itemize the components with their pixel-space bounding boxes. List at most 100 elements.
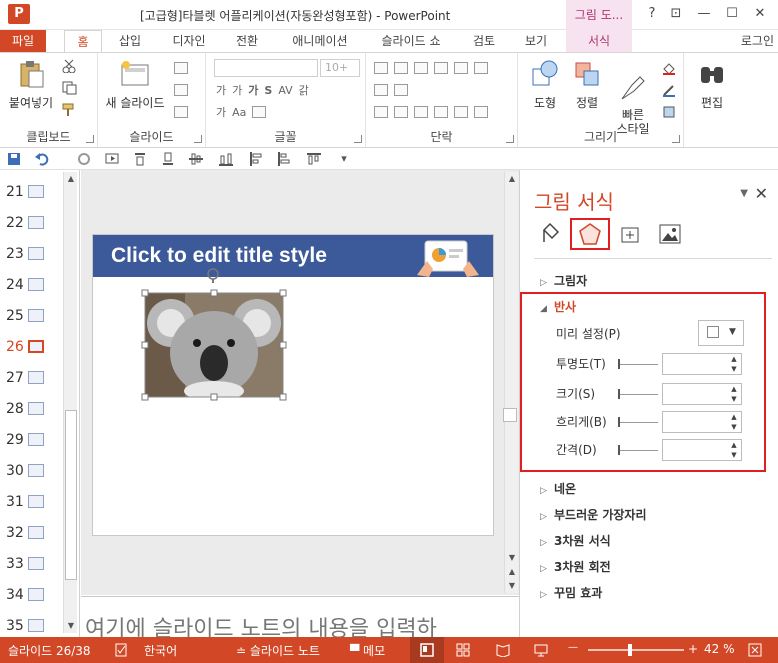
thumbnail-preview[interactable] xyxy=(28,371,44,384)
thumbnail-preview[interactable] xyxy=(28,495,44,508)
section-soft-edges[interactable]: ▷ 부드러운 가장자리 xyxy=(540,506,647,524)
align-center-icon[interactable] xyxy=(394,106,408,118)
hangul-button[interactable]: 갉 xyxy=(299,82,309,98)
bold-button[interactable]: 가 xyxy=(248,82,258,98)
editing-button[interactable]: 편집 xyxy=(692,59,732,111)
slide-sorter-icon[interactable] xyxy=(456,643,470,657)
thumbnail-preview[interactable] xyxy=(28,619,44,632)
thumbnail-scroll-thumb[interactable] xyxy=(65,410,77,580)
undo-icon[interactable] xyxy=(34,151,50,167)
tab-picture-format[interactable]: 서식 xyxy=(566,30,632,52)
thumbnail-item[interactable]: 33 xyxy=(0,554,62,574)
spin-up-icon[interactable]: ▲ xyxy=(729,385,739,394)
comments-toggle[interactable]: ▀ 메모 xyxy=(350,642,385,659)
align-center-obj-icon[interactable] xyxy=(306,151,322,167)
thumbnail-preview[interactable] xyxy=(28,247,44,260)
distance-spinner[interactable]: ▲ ▼ xyxy=(662,439,742,461)
distance-slider[interactable] xyxy=(618,450,658,451)
editor-scrollbar[interactable]: ▲ ▼ ▲ ▼ xyxy=(503,172,519,593)
scroll-down-icon[interactable]: ▼ xyxy=(64,619,78,633)
minimize-button[interactable]: — xyxy=(692,4,716,24)
close-button[interactable]: ✕ xyxy=(748,4,772,24)
slide-title[interactable]: Click to edit title style xyxy=(111,244,327,268)
shape-effects-icon[interactable] xyxy=(662,105,676,119)
size-slider-knob[interactable] xyxy=(618,389,620,399)
shape-outline-icon[interactable] xyxy=(662,83,676,97)
layout-button[interactable] xyxy=(174,59,188,77)
section-button[interactable] xyxy=(174,103,188,121)
spin-down-icon[interactable]: ▼ xyxy=(729,395,739,404)
grow-font-button[interactable]: 가 xyxy=(216,82,226,98)
thumbnail-preview[interactable] xyxy=(28,185,44,198)
clear-format-icon[interactable] xyxy=(252,106,267,118)
save-icon[interactable] xyxy=(6,151,22,167)
shape-fill-icon[interactable] xyxy=(662,61,676,75)
align-bottom-icon[interactable] xyxy=(160,151,176,167)
text-direction-icon[interactable] xyxy=(474,62,488,74)
columns-icon[interactable] xyxy=(474,106,488,118)
spin-up-icon[interactable]: ▲ xyxy=(729,413,739,422)
spin-down-icon[interactable]: ▼ xyxy=(729,423,739,432)
thumbnail-item[interactable]: 27 xyxy=(0,368,62,388)
thumbnail-preview[interactable] xyxy=(28,464,44,477)
thumbnail-item[interactable]: 28 xyxy=(0,399,62,419)
tab-transitions[interactable]: 전환 xyxy=(226,30,268,52)
section-reflection[interactable]: ◢ 반사 xyxy=(540,298,576,316)
normal-view-button[interactable] xyxy=(410,637,444,663)
thumbnail-item[interactable]: 31 xyxy=(0,492,62,512)
char-spacing-button[interactable]: AV xyxy=(278,84,292,97)
zoom-out-button[interactable]: — xyxy=(568,642,578,653)
section-artistic-effects[interactable]: ▷ 꾸밈 효과 xyxy=(540,584,602,602)
thumbnail-preview[interactable] xyxy=(28,216,44,229)
fit-to-window-icon[interactable] xyxy=(748,643,762,657)
drawing-launcher-icon[interactable] xyxy=(672,135,680,143)
fill-line-tab-icon[interactable] xyxy=(538,222,562,246)
slideshow-start-icon[interactable] xyxy=(104,151,120,167)
next-slide-icon[interactable]: ▼ xyxy=(505,579,519,593)
align-left-alt-icon[interactable] xyxy=(276,151,292,167)
tab-file[interactable]: 파일 xyxy=(0,30,46,52)
blur-slider-knob[interactable] xyxy=(618,417,620,427)
numbering-icon[interactable] xyxy=(394,62,408,74)
section-3d-format[interactable]: ▷ 3차원 서식 xyxy=(540,532,611,550)
tab-design[interactable]: 디자인 xyxy=(162,30,216,52)
tab-view[interactable]: 보기 xyxy=(516,30,556,52)
transparency-spinner[interactable]: ▲ ▼ xyxy=(662,353,742,375)
size-slider[interactable] xyxy=(618,394,658,395)
thumbnail-preview[interactable] xyxy=(28,340,44,353)
editor-scroll-down-icon[interactable]: ▼ xyxy=(505,551,519,565)
help-button[interactable]: ? xyxy=(640,4,664,24)
slide-canvas[interactable]: Click to edit title style xyxy=(92,234,494,536)
tab-animations[interactable]: 애니메이션 xyxy=(282,30,358,52)
size-properties-tab-icon[interactable] xyxy=(618,222,642,246)
section-shadow[interactable]: ▷ 그림자 xyxy=(540,272,587,290)
spin-down-icon[interactable]: ▼ xyxy=(729,365,739,374)
thumbnail-item[interactable]: 35 xyxy=(0,616,62,636)
powerpoint-app-icon[interactable]: P xyxy=(8,4,30,24)
thumbnail-item[interactable]: 24 xyxy=(0,275,62,295)
spell-check-icon[interactable] xyxy=(114,643,128,657)
align-left-obj-icon[interactable] xyxy=(248,151,264,167)
arrange-button[interactable]: 정렬 xyxy=(566,59,608,111)
login-link[interactable]: 로그인 xyxy=(741,30,774,52)
font-color-button[interactable]: 가 xyxy=(216,104,226,120)
thumbnail-preview[interactable] xyxy=(28,588,44,601)
picture-tab-icon[interactable] xyxy=(658,222,682,246)
thumbnail-preview[interactable] xyxy=(28,402,44,415)
thumbnail-item[interactable]: 21 xyxy=(0,182,62,202)
thumbnail-preview[interactable] xyxy=(28,309,44,322)
thumbnail-scrollbar[interactable]: ▲ ▼ xyxy=(63,172,77,633)
thumbnail-item[interactable]: 26 xyxy=(0,337,62,357)
format-painter-icon[interactable] xyxy=(62,103,78,117)
slideshow-icon[interactable] xyxy=(534,643,548,657)
transparency-slider[interactable] xyxy=(618,364,658,365)
presets-dropdown[interactable]: ▼ xyxy=(698,320,744,346)
thumbnail-item[interactable]: 30 xyxy=(0,461,62,481)
thumbnail-item[interactable]: 32 xyxy=(0,523,62,543)
blur-spinner[interactable]: ▲ ▼ xyxy=(662,411,742,433)
thumbnail-preview[interactable] xyxy=(28,433,44,446)
shrink-font-button[interactable]: 가 xyxy=(232,82,242,98)
spin-up-icon[interactable]: ▲ xyxy=(729,441,739,450)
thumbnail-preview[interactable] xyxy=(28,526,44,539)
change-case-button[interactable]: Aa xyxy=(232,106,246,119)
